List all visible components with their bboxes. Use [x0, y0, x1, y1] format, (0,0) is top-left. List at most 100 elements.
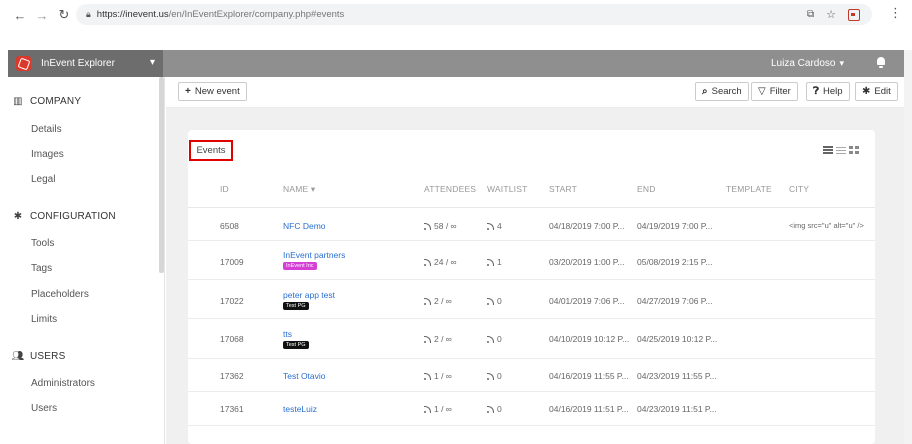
translate-icon[interactable]: ⧉ [807, 9, 814, 20]
attendees-count: 1 / ∞ [424, 404, 452, 414]
sort-chevron-icon: ▾ [310, 184, 316, 194]
rss-icon [487, 258, 494, 266]
attendees-value: 2 / ∞ [434, 334, 452, 344]
rss-icon [424, 222, 431, 230]
table-row[interactable]: 17362 Test Otavio 1 / ∞ 0 04/16/2019 11:… [188, 359, 875, 392]
sidebar-item-administrators[interactable]: Administrators [31, 378, 95, 389]
event-end: 04/23/2019 11:55 P... [637, 371, 717, 381]
browser-toolbar: ← → ↻ 🔒︎ https://inevent.us/en/InEventEx… [0, 0, 912, 30]
column-header-start[interactable]: START [549, 184, 577, 194]
column-header-name[interactable]: NAME ▾ [283, 184, 315, 195]
table-row[interactable]: 6508 NFC Demo 58 / ∞ 4 04/18/2019 7:00 P… [188, 208, 875, 241]
waitlist-value: 0 [497, 371, 502, 381]
waitlist-value: 0 [497, 334, 502, 344]
table-row[interactable]: 17022 peter app test Test PG 2 / ∞ 0 04/… [188, 280, 875, 319]
url-path: /en/InEventExplorer/company.php#events [168, 9, 345, 20]
table-row[interactable]: 17009 InEvent partners InEvent Inc 24 / … [188, 241, 875, 280]
attendees-count: 1 / ∞ [424, 371, 452, 381]
event-id: 17361 [220, 404, 244, 414]
event-id: 17022 [220, 296, 244, 306]
rss-icon [424, 372, 431, 380]
page-toolbar: + New event ⌕ Search ▽ Filter ❓︎ Help ✱ … [166, 77, 904, 108]
list-view-icon[interactable] [823, 146, 833, 154]
sidebar-item-placeholders[interactable]: Placeholders [31, 289, 89, 300]
waitlist-value: 0 [497, 404, 502, 414]
sidebar-section-company: ▥ COMPANY [12, 95, 81, 107]
rss-icon [424, 258, 431, 266]
sidebar-item-legal[interactable]: Legal [31, 174, 55, 185]
rss-icon [487, 372, 494, 380]
extension-icon[interactable] [848, 8, 860, 21]
column-header-template[interactable]: TEMPLATE [726, 184, 772, 194]
event-id: 6508 [220, 221, 239, 231]
sidebar-scrollbar[interactable] [159, 77, 164, 273]
event-name-link[interactable]: NFC Demo [283, 221, 326, 231]
compact-list-view-icon[interactable] [836, 146, 846, 154]
star-icon[interactable]: ☆ [826, 8, 836, 21]
view-toggle [823, 146, 859, 154]
search-button[interactable]: ⌕ Search [695, 82, 749, 101]
sidebar-item-details[interactable]: Details [31, 124, 62, 135]
bell-icon[interactable] [876, 57, 886, 69]
column-header-id[interactable]: ID [220, 184, 229, 194]
event-start: 04/16/2019 11:51 P... [549, 404, 629, 414]
column-header-end[interactable]: END [637, 184, 656, 194]
brand-menu[interactable]: InEvent Explorer ▾ [8, 50, 163, 77]
app-header: InEvent Explorer ▾ Luiza Cardoso ▾ [8, 50, 904, 77]
waitlist-count: 0 [487, 296, 502, 306]
sidebar-item-tools[interactable]: Tools [31, 238, 54, 249]
new-event-button[interactable]: + New event [178, 82, 247, 101]
chevron-down-icon: ▾ [839, 58, 844, 68]
column-header-attendees[interactable]: ATTENDEES [424, 184, 476, 194]
event-name-link[interactable]: testeLuiz [283, 404, 317, 414]
sidebar-item-limits[interactable]: Limits [31, 314, 57, 325]
event-end: 04/19/2019 7:00 P... [637, 221, 713, 231]
kebab-icon[interactable]: ⋮ [889, 6, 902, 19]
reload-icon[interactable]: ↻ [54, 5, 74, 25]
help-label: Help [823, 86, 843, 97]
brand-name: InEvent Explorer [41, 58, 115, 69]
table-row[interactable]: 17068 tts Test PG 2 / ∞ 0 04/10/2019 10:… [188, 319, 875, 359]
attendees-value: 1 / ∞ [434, 371, 452, 381]
section-title: CONFIGURATION [30, 210, 116, 222]
waitlist-count: 1 [487, 257, 502, 267]
sidebar-item-tags[interactable]: Tags [31, 263, 52, 274]
filter-button[interactable]: ▽ Filter [751, 82, 798, 101]
event-id: 17362 [220, 371, 244, 381]
event-name-link[interactable]: peter app test [283, 290, 335, 300]
forward-icon[interactable]: → [32, 5, 52, 25]
waitlist-count: 0 [487, 371, 502, 381]
event-id: 17009 [220, 257, 244, 267]
event-name-link[interactable]: Test Otavio [283, 371, 326, 381]
plus-icon: + [185, 86, 191, 97]
rss-icon [424, 335, 431, 343]
sidebar-section-configuration: ✱ CONFIGURATION [12, 210, 116, 222]
table-row[interactable]: 17361 testeLuiz 1 / ∞ 0 04/16/2019 11:51… [188, 392, 875, 426]
attendees-value: 24 / ∞ [434, 257, 457, 267]
attendees-value: 2 / ∞ [434, 296, 452, 306]
grid-view-icon[interactable] [849, 146, 859, 154]
event-name-link[interactable]: InEvent partners [283, 250, 345, 260]
event-tag: Test PG [283, 302, 309, 310]
rss-icon [487, 335, 494, 343]
section-title: COMPANY [30, 95, 82, 107]
event-id: 17068 [220, 334, 244, 344]
sidebar-item-users[interactable]: Users [31, 403, 57, 414]
address-bar[interactable]: 🔒︎ https://inevent.us/en/InEventExplorer… [76, 4, 872, 25]
sidebar-item-images[interactable]: Images [31, 149, 64, 160]
column-header-name-label: NAME [283, 184, 309, 194]
help-button[interactable]: ❓︎ Help [806, 82, 850, 101]
column-header-waitlist[interactable]: WAITLIST [487, 184, 527, 194]
gear-icon: ✱ [862, 86, 871, 97]
event-name-link[interactable]: tts [283, 329, 292, 339]
event-start: 04/10/2019 10:12 P... [549, 334, 630, 344]
filter-label: Filter [769, 86, 791, 97]
edit-button[interactable]: ✱ Edit [855, 82, 898, 101]
column-header-city[interactable]: CITY [789, 184, 809, 194]
back-icon[interactable]: ← [10, 5, 30, 25]
waitlist-count: 0 [487, 334, 502, 344]
page-scrollbar[interactable] [904, 50, 912, 444]
sidebar-section-users: 👥︎ USERS [12, 350, 66, 362]
user-menu[interactable]: Luiza Cardoso ▾ [771, 50, 844, 77]
gear-icon: ✱ [13, 210, 23, 222]
